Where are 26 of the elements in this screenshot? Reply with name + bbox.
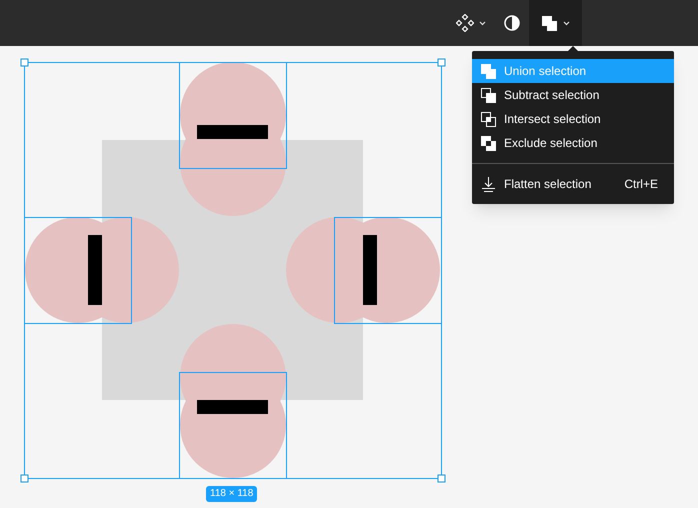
contrast-icon [504, 15, 520, 31]
size-label: 118 × 118 [206, 486, 258, 502]
union-icon [480, 62, 497, 80]
menu-item[interactable]: Exclude selection [472, 131, 674, 155]
intersect-icon [480, 110, 497, 128]
chevron-down-icon [479, 20, 486, 26]
resize-handle[interactable] [20, 58, 28, 66]
union-icon [541, 14, 558, 32]
flatten-icon [480, 176, 497, 192]
components-icon [456, 14, 474, 32]
resize-handle[interactable] [438, 58, 446, 66]
menu-item[interactable]: Subtract selection [472, 83, 674, 107]
shortcut-text: Ctrl+E [624, 176, 658, 193]
resize-handle[interactable] [438, 474, 446, 482]
chevron-down-icon [563, 20, 570, 26]
selection-bounds[interactable] [24, 62, 442, 479]
bar-shape [197, 125, 268, 139]
subtract-icon [480, 86, 497, 104]
exclude-icon [480, 134, 497, 152]
resize-handle[interactable] [20, 474, 28, 482]
bar-shape [88, 235, 102, 305]
menu-item[interactable]: Intersect selection [472, 107, 674, 131]
bar-shape [197, 400, 268, 414]
bar-shape [363, 235, 377, 305]
toolbar-button[interactable] [529, 0, 582, 46]
menu-item[interactable]: Flatten selection Ctrl+E [472, 172, 674, 196]
